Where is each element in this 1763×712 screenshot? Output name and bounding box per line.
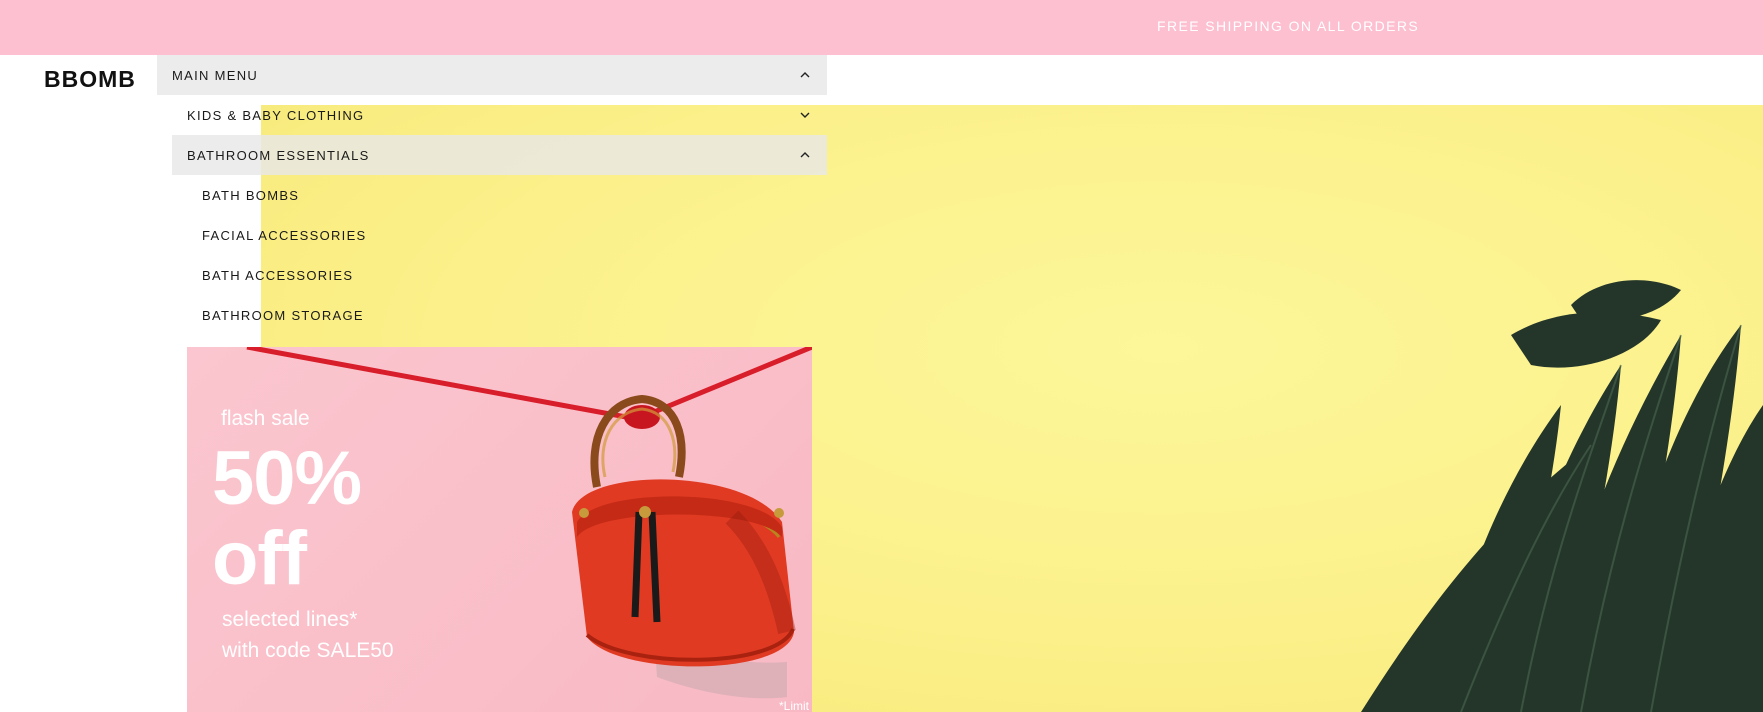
- menu-item-label: KIDS & BABY CLOTHING: [187, 107, 365, 123]
- promo-headline-percent: 50%: [212, 436, 362, 521]
- announcement-text: FREE SHIPPING ON ALL ORDERS: [1157, 18, 1420, 34]
- submenu-item-label: BATH BOMBS: [202, 187, 300, 203]
- submenu-item-facial-accessories[interactable]: FACIAL ACCESSORIES: [187, 215, 827, 255]
- menu-item-label: BATHROOM ESSENTIALS: [187, 147, 370, 163]
- menu-item-kids-baby-clothing[interactable]: KIDS & BABY CLOTHING: [172, 95, 827, 135]
- site-logo[interactable]: BBOMB: [44, 66, 136, 93]
- submenu-item-label: BATH ACCESSORIES: [202, 267, 354, 283]
- main-menu-label: MAIN MENU: [172, 67, 259, 83]
- submenu-item-bath-bombs[interactable]: BATH BOMBS: [187, 175, 827, 215]
- flash-sale-promo-banner[interactable]: flash sale 50% off selected lines* with …: [187, 347, 812, 712]
- promo-subline-selected: selected lines*: [222, 608, 358, 631]
- promo-footnote: *Limit: [779, 699, 810, 712]
- submenu-item-bath-accessories[interactable]: BATH ACCESSORIES: [187, 255, 827, 295]
- submenu-item-bathroom-storage[interactable]: BATHROOM STORAGE: [187, 295, 827, 335]
- menu-item-bathroom-essentials[interactable]: BATHROOM ESSENTIALS: [172, 135, 827, 175]
- chevron-up-icon: [800, 152, 810, 158]
- chevron-up-icon: [800, 72, 810, 78]
- submenu-item-label: BATHROOM STORAGE: [202, 307, 364, 323]
- promo-headline-off: off: [212, 516, 307, 601]
- submenu-item-label: FACIAL ACCESSORIES: [202, 227, 367, 243]
- chevron-down-icon: [800, 112, 810, 118]
- main-menu-toggle[interactable]: MAIN MENU: [157, 55, 827, 95]
- promo-subline-code: with code SALE50: [222, 639, 394, 662]
- announcement-bar: FREE SHIPPING ON ALL ORDERS: [0, 0, 1763, 55]
- promo-tag: flash sale: [221, 407, 310, 430]
